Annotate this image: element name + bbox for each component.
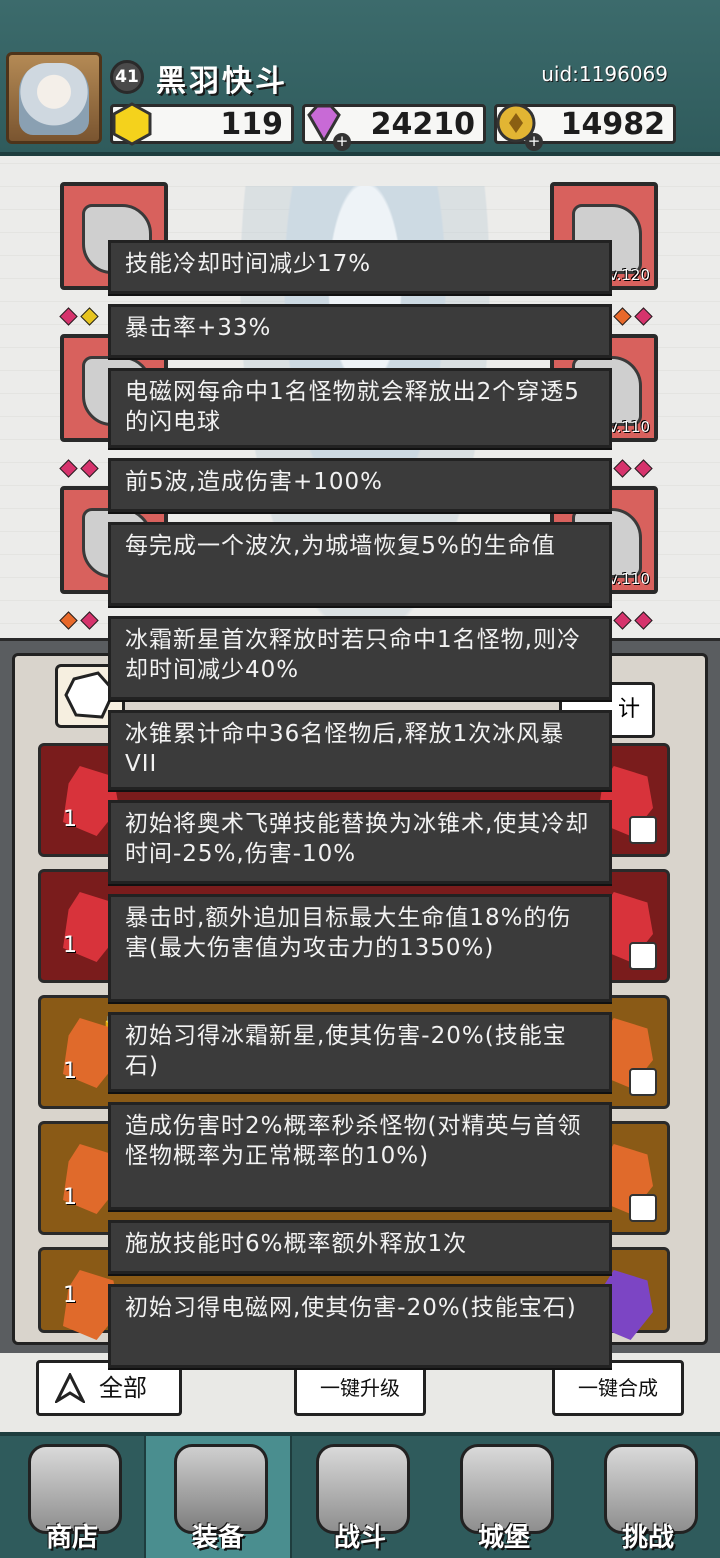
avatar-portrait [19,63,89,135]
currency-coin[interactable]: + 14982 [494,103,676,151]
equip-gems [612,459,654,478]
equip-gems [612,611,654,630]
nav-label: 战斗 [333,1523,386,1553]
currency-diamond[interactable]: + 24210 [302,104,486,151]
skill-tooltip-list: 技能冷却时间减少17% 暴击率+33% 电磁网每命中1名怪物就会释放出2个穿透5… [108,240,612,1368]
nav-label: 城堡 [477,1523,530,1553]
gem-count: 1 [63,1185,77,1210]
player-name: 黑羽快斗 [156,64,288,99]
nav-shop[interactable]: 商店 [0,1436,144,1558]
nav-label: 商店 [45,1523,98,1553]
nav-castle[interactable]: 城堡 [432,1436,576,1558]
player-avatar[interactable] [6,52,102,144]
tooltip-line: 暴击率+33% [108,304,612,358]
add-coin-icon[interactable]: + [525,133,543,151]
gold-gem-icon [112,102,152,146]
equip-gems [612,307,654,326]
merge-all-button[interactable]: 一键合成 [552,1360,684,1416]
player-header: 41 黑羽快斗 uid:1196069 119 + 24210 + 14982 [0,0,720,156]
gem-count: 1 [63,1283,77,1308]
gem-count: 1 [63,807,77,832]
currency-value: 14982 [560,107,665,142]
tooltip-line: 每完成一个波次,为城墙恢复5%的生命值 [108,522,612,606]
armor-type-icon [629,816,657,844]
ring-type-icon [629,1194,657,1222]
tooltip-line: 前5波,造成伤害+100% [108,458,612,512]
player-level-badge: 41 [110,60,144,94]
tooltip-line: 冰霜新星首次释放时若只命中1名怪物,则冷却时间减少40% [108,616,612,700]
tooltip-line: 技能冷却时间减少17% [108,240,612,294]
filter-all-button[interactable]: 全部 [36,1360,182,1416]
nav-equipment[interactable]: 装备 [144,1436,292,1558]
nav-challenge[interactable]: 挑战 [576,1436,720,1558]
gem-count: 1 [63,1059,77,1084]
tooltip-line: 初始将奥术飞弹技能替换为冰锥术,使其冷却时间-25%,伤害-10% [108,800,612,884]
necklace-type-icon [629,942,657,970]
add-diamond-icon[interactable]: + [333,133,351,151]
bottom-nav: 商店 装备 战斗 城堡 挑战 [0,1432,720,1558]
tooltip-line: 暴击时,额外追加目标最大生命值18%的伤害(最大伤害值为攻击力的1350%) [108,894,612,1002]
currency-value: 24210 [370,107,475,142]
tooltip-line: 电磁网每命中1名怪物就会释放出2个穿透5的闪电球 [108,368,612,448]
tooltip-line: 施放技能时6%概率额外释放1次 [108,1220,612,1274]
tooltip-line: 造成伤害时2%概率秒杀怪物(对精英与首领怪物概率为正常概率的10%) [108,1102,612,1210]
nav-label: 装备 [191,1523,244,1553]
currency-value: 119 [220,107,283,142]
navigation-arrow-icon [55,1373,85,1403]
equip-gems [58,611,100,630]
player-uid: uid:1196069 [541,62,668,86]
equip-gems [58,459,100,478]
equip-gems [58,307,100,326]
currency-gold-gem: 119 [110,102,294,146]
gem-count: 1 [63,933,77,958]
boots-type-icon [629,1068,657,1096]
tooltip-line: 初始习得电磁网,使其伤害-20%(技能宝石) [108,1284,612,1368]
tooltip-line: 冰锥累计命中36名怪物后,释放1次冰风暴VII [108,710,612,790]
nav-label: 挑战 [621,1523,674,1553]
tooltip-line: 初始习得冰霜新星,使其伤害-20%(技能宝石) [108,1012,612,1092]
upgrade-all-button[interactable]: 一键升级 [294,1360,426,1416]
nav-battle[interactable]: 战斗 [288,1436,432,1558]
filter-all-label: 全部 [99,1374,147,1402]
